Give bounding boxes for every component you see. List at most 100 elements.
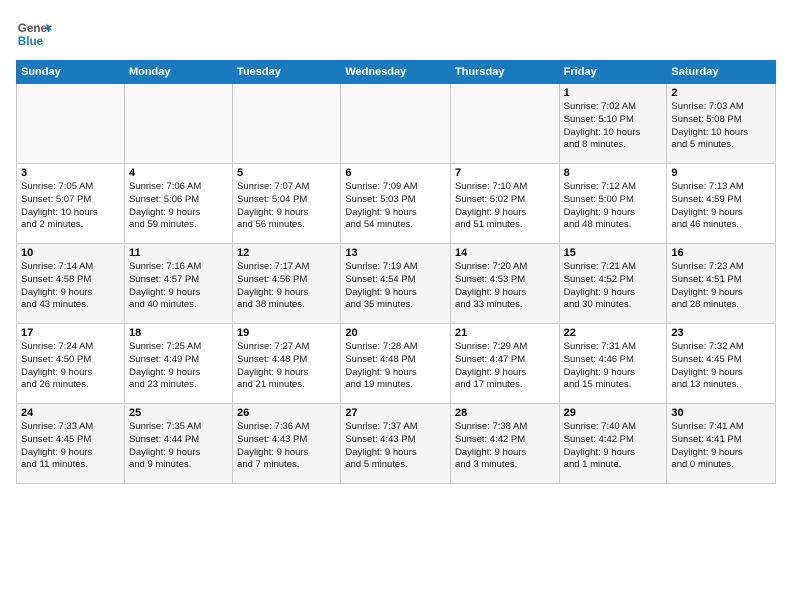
day-info: Sunrise: 7:03 AM Sunset: 5:08 PM Dayligh… (671, 101, 771, 152)
day-number: 19 (237, 327, 336, 339)
calendar-cell: 24 Sunrise: 7:33 AM Sunset: 4:45 PM Dayli… (17, 404, 125, 484)
day-info: Sunrise: 7:09 AM Sunset: 5:03 PM Dayligh… (345, 181, 446, 232)
day-number: 1 (564, 87, 663, 99)
calendar-body: 1 Sunrise: 7:02 AM Sunset: 5:10 PM Daylig… (17, 84, 776, 484)
calendar-cell: 21Sunrise: 7:29 AM Sunset: 4:47 PM Dayli… (450, 324, 559, 404)
weekday-header-tuesday: Tuesday (233, 61, 341, 84)
page-header: General Blue (16, 16, 776, 52)
calendar-cell: 16Sunrise: 7:23 AM Sunset: 4:51 PM Dayli… (667, 244, 776, 324)
day-number: 12 (237, 247, 336, 259)
day-info: Sunrise: 7:20 AM Sunset: 4:53 PM Dayligh… (455, 261, 555, 312)
day-number: 30 (671, 407, 771, 419)
calendar-cell (450, 84, 559, 164)
day-info: Sunrise: 7:31 AM Sunset: 4:46 PM Dayligh… (564, 341, 663, 392)
day-info: Sunrise: 7:25 AM Sunset: 4:49 PM Dayligh… (129, 341, 228, 392)
calendar-cell (17, 84, 125, 164)
day-info: Sunrise: 7:37 AM Sunset: 4:43 PM Dayligh… (345, 421, 446, 472)
calendar-cell: 2 Sunrise: 7:03 AM Sunset: 5:08 PM Daylig… (667, 84, 776, 164)
day-info: Sunrise: 7:40 AM Sunset: 4:42 PM Dayligh… (564, 421, 663, 472)
day-number: 18 (129, 327, 228, 339)
day-number: 5 (237, 167, 336, 179)
calendar-week-1: 1 Sunrise: 7:02 AM Sunset: 5:10 PM Daylig… (17, 84, 776, 164)
logo: General Blue (16, 16, 56, 52)
day-number: 25 (129, 407, 228, 419)
day-number: 20 (345, 327, 446, 339)
weekday-header-sunday: Sunday (17, 61, 125, 84)
day-number: 10 (21, 247, 120, 259)
calendar-cell: 27 Sunrise: 7:37 AM Sunset: 4:43 PM Dayli… (341, 404, 451, 484)
day-info: Sunrise: 7:17 AM Sunset: 4:56 PM Dayligh… (237, 261, 336, 312)
day-info: Sunrise: 7:33 AM Sunset: 4:45 PM Dayligh… (21, 421, 120, 472)
calendar-cell: 23 Sunrise: 7:32 AM Sunset: 4:45 PM Dayli… (667, 324, 776, 404)
calendar-cell: 29 Sunrise: 7:40 AM Sunset: 4:42 PM Dayli… (559, 404, 667, 484)
day-number: 22 (564, 327, 663, 339)
calendar-cell: 28 Sunrise: 7:38 AM Sunset: 4:42 PM Dayli… (450, 404, 559, 484)
day-info: Sunrise: 7:38 AM Sunset: 4:42 PM Dayligh… (455, 421, 555, 472)
day-number: 11 (129, 247, 228, 259)
weekday-header-saturday: Saturday (667, 61, 776, 84)
calendar-cell: 4 Sunrise: 7:06 AM Sunset: 5:06 PM Daylig… (124, 164, 232, 244)
day-info: Sunrise: 7:10 AM Sunset: 5:02 PM Dayligh… (455, 181, 555, 232)
day-number: 2 (671, 87, 771, 99)
day-info: Sunrise: 7:36 AM Sunset: 4:43 PM Dayligh… (237, 421, 336, 472)
weekday-header-thursday: Thursday (450, 61, 559, 84)
calendar-week-3: 10Sunrise: 7:14 AM Sunset: 4:58 PM Dayli… (17, 244, 776, 324)
weekday-header-friday: Friday (559, 61, 667, 84)
day-number: 28 (455, 407, 555, 419)
calendar-week-2: 3 Sunrise: 7:05 AM Sunset: 5:07 PM Daylig… (17, 164, 776, 244)
calendar-cell: 19 Sunrise: 7:27 AM Sunset: 4:48 PM Dayli… (233, 324, 341, 404)
day-info: Sunrise: 7:28 AM Sunset: 4:48 PM Dayligh… (345, 341, 446, 392)
calendar-cell: 25Sunrise: 7:35 AM Sunset: 4:44 PM Dayli… (124, 404, 232, 484)
weekday-header-monday: Monday (124, 61, 232, 84)
day-number: 26 (237, 407, 336, 419)
calendar-cell: 26 Sunrise: 7:36 AM Sunset: 4:43 PM Dayli… (233, 404, 341, 484)
day-number: 27 (345, 407, 446, 419)
day-info: Sunrise: 7:19 AM Sunset: 4:54 PM Dayligh… (345, 261, 446, 312)
calendar-cell: 14 Sunrise: 7:20 AM Sunset: 4:53 PM Dayli… (450, 244, 559, 324)
day-number: 7 (455, 167, 555, 179)
calendar-cell: 10Sunrise: 7:14 AM Sunset: 4:58 PM Dayli… (17, 244, 125, 324)
day-info: Sunrise: 7:02 AM Sunset: 5:10 PM Dayligh… (564, 101, 663, 152)
day-number: 21 (455, 327, 555, 339)
calendar-cell: 11 Sunrise: 7:16 AM Sunset: 4:57 PM Dayli… (124, 244, 232, 324)
calendar-cell: 20 Sunrise: 7:28 AM Sunset: 4:48 PM Dayli… (341, 324, 451, 404)
day-info: Sunrise: 7:13 AM Sunset: 4:59 PM Dayligh… (671, 181, 771, 232)
calendar-cell: 8 Sunrise: 7:12 AM Sunset: 5:00 PM Daylig… (559, 164, 667, 244)
calendar-cell (233, 84, 341, 164)
day-number: 3 (21, 167, 120, 179)
day-number: 15 (564, 247, 663, 259)
day-info: Sunrise: 7:07 AM Sunset: 5:04 PM Dayligh… (237, 181, 336, 232)
day-number: 6 (345, 167, 446, 179)
calendar-cell: 18 Sunrise: 7:25 AM Sunset: 4:49 PM Dayli… (124, 324, 232, 404)
calendar-cell: 30 Sunrise: 7:41 AM Sunset: 4:41 PM Dayli… (667, 404, 776, 484)
svg-text:Blue: Blue (18, 35, 44, 48)
day-info: Sunrise: 7:27 AM Sunset: 4:48 PM Dayligh… (237, 341, 336, 392)
calendar-cell (124, 84, 232, 164)
calendar-cell: 15 Sunrise: 7:21 AM Sunset: 4:52 PM Dayli… (559, 244, 667, 324)
day-number: 23 (671, 327, 771, 339)
calendar-cell: 7 Sunrise: 7:10 AM Sunset: 5:02 PM Daylig… (450, 164, 559, 244)
calendar-cell: 17Sunrise: 7:24 AM Sunset: 4:50 PM Dayli… (17, 324, 125, 404)
day-info: Sunrise: 7:05 AM Sunset: 5:07 PM Dayligh… (21, 181, 120, 232)
day-number: 8 (564, 167, 663, 179)
day-number: 29 (564, 407, 663, 419)
calendar-cell: 3 Sunrise: 7:05 AM Sunset: 5:07 PM Daylig… (17, 164, 125, 244)
calendar-header-row: SundayMondayTuesdayWednesdayThursdayFrid… (17, 61, 776, 84)
day-info: Sunrise: 7:21 AM Sunset: 4:52 PM Dayligh… (564, 261, 663, 312)
day-info: Sunrise: 7:41 AM Sunset: 4:41 PM Dayligh… (671, 421, 771, 472)
day-number: 24 (21, 407, 120, 419)
calendar-week-5: 24 Sunrise: 7:33 AM Sunset: 4:45 PM Dayli… (17, 404, 776, 484)
calendar-week-4: 17Sunrise: 7:24 AM Sunset: 4:50 PM Dayli… (17, 324, 776, 404)
calendar-cell (341, 84, 451, 164)
calendar-cell: 6 Sunrise: 7:09 AM Sunset: 5:03 PM Daylig… (341, 164, 451, 244)
calendar-table: SundayMondayTuesdayWednesdayThursdayFrid… (16, 60, 776, 484)
day-info: Sunrise: 7:24 AM Sunset: 4:50 PM Dayligh… (21, 341, 120, 392)
day-info: Sunrise: 7:12 AM Sunset: 5:00 PM Dayligh… (564, 181, 663, 232)
day-info: Sunrise: 7:16 AM Sunset: 4:57 PM Dayligh… (129, 261, 228, 312)
day-number: 4 (129, 167, 228, 179)
weekday-header-wednesday: Wednesday (341, 61, 451, 84)
day-number: 9 (671, 167, 771, 179)
day-info: Sunrise: 7:32 AM Sunset: 4:45 PM Dayligh… (671, 341, 771, 392)
day-number: 14 (455, 247, 555, 259)
day-info: Sunrise: 7:06 AM Sunset: 5:06 PM Dayligh… (129, 181, 228, 232)
